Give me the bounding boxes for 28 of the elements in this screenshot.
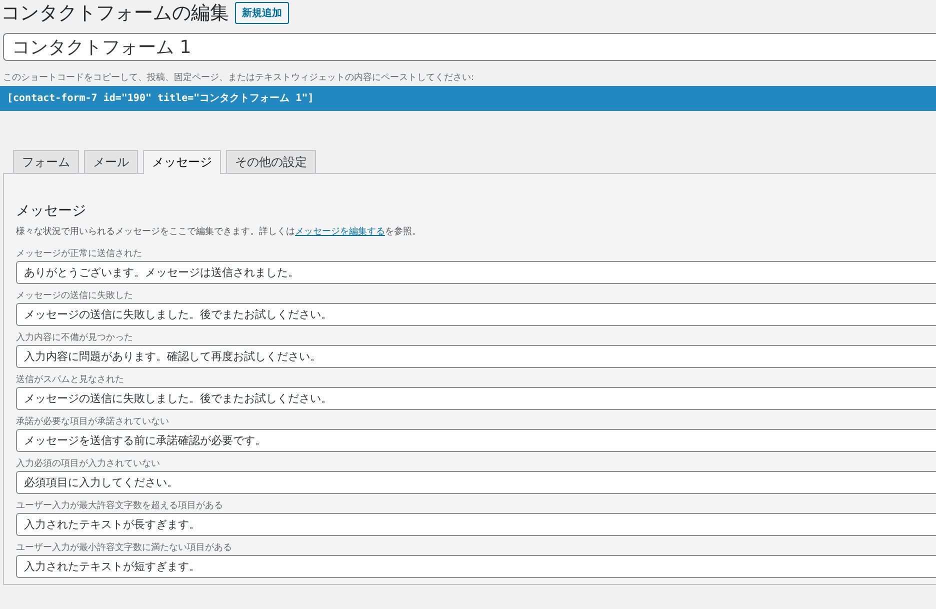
field-label: ユーザー入力が最小許容文字数に満たない項目がある bbox=[16, 542, 233, 555]
add-new-button[interactable]: 新規追加 bbox=[235, 2, 289, 24]
section-description: 様々な状況で用いられるメッセージをここで編集できます。詳しくはメッセージを編集する を参照。 bbox=[16, 226, 422, 238]
field-label: 承諾が必要な項目が承諾されていない bbox=[16, 416, 170, 429]
tab[interactable]: メール bbox=[84, 150, 138, 173]
edit-messages-link[interactable]: メッセージを編集する bbox=[295, 227, 385, 237]
title-field[interactable]: コンタクトフォーム 1 bbox=[3, 33, 936, 61]
message-field[interactable]: 入力されたテキストが短すぎます。 bbox=[16, 555, 936, 578]
tab[interactable]: その他の設定 bbox=[226, 150, 316, 173]
message-field[interactable]: メッセージの送信に失敗しました。後でまたお試しください。 bbox=[16, 387, 936, 410]
field-label: メッセージが正常に送信された bbox=[16, 248, 143, 261]
shortcode-bar[interactable]: [contact-form-7 id="190" title="コンタクトフォーム 1"] bbox=[0, 86, 936, 111]
field-label: 入力内容に不備が見つかった bbox=[16, 332, 134, 345]
field-label: ユーザー入力が最大許容文字数を超える項目がある bbox=[16, 500, 224, 513]
message-field[interactable]: ありがとうございます。メッセージは送信されました。 bbox=[16, 261, 936, 284]
field-label: 入力必須の項目が入力されていない bbox=[16, 458, 161, 471]
shortcode-hint: このショートコードをコピーして、投稿、固定ページ、またはテキストウィジェットの内容にペーストしてください: bbox=[3, 72, 476, 84]
message-field[interactable]: 必須項目に入力してください。 bbox=[16, 471, 936, 494]
page-title: コンタクトフォームの編集 bbox=[1, 1, 229, 26]
message-field[interactable]: メッセージを送信する前に承諾確認が必要です。 bbox=[16, 429, 936, 452]
tab[interactable]: フォーム bbox=[13, 150, 79, 173]
field-label: メッセージの送信に失敗した bbox=[16, 290, 134, 303]
section-heading: メッセージ bbox=[16, 202, 87, 220]
message-field[interactable]: 入力されたテキストが長すぎます。 bbox=[16, 513, 936, 536]
field-label: 送信がスパムと見なされた bbox=[16, 374, 125, 387]
message-field[interactable]: メッセージの送信に失敗しました。後でまたお試しください。 bbox=[16, 303, 936, 326]
message-field[interactable]: 入力内容に問題があります。確認して再度お試しください。 bbox=[16, 345, 936, 368]
tab[interactable]: メッセージ bbox=[143, 150, 221, 174]
